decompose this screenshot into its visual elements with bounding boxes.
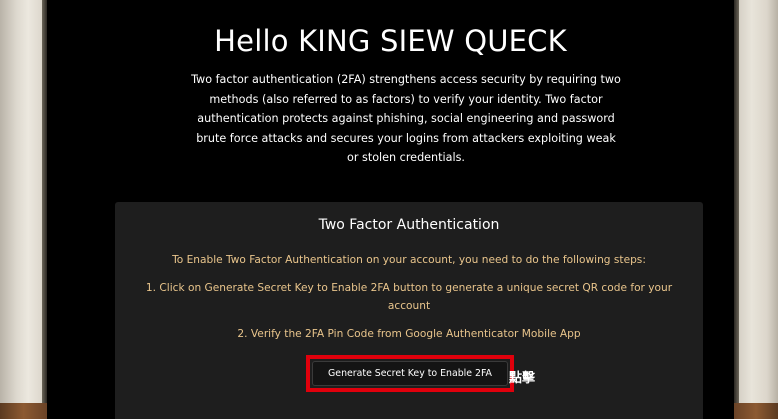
right-floor-background xyxy=(734,403,778,419)
step-2-text: 2. Verify the 2FA Pin Code from Google A… xyxy=(237,328,581,340)
two-factor-card: Two Factor Authentication To Enable Two … xyxy=(115,202,703,419)
generate-secret-key-button[interactable]: Generate Secret Key to Enable 2FA xyxy=(312,361,508,386)
intro-paragraph: Two factor authentication (2FA) strength… xyxy=(191,73,621,164)
page-title: Hello KING SIEW QUECK xyxy=(214,24,567,58)
screenshot-stage: Hello KING SIEW QUECK Two factor authent… xyxy=(0,0,778,419)
steps-intro: To Enable Two Factor Authentication on y… xyxy=(172,254,646,266)
right-wall-background xyxy=(734,0,778,419)
left-wall-background xyxy=(0,0,47,419)
card-title: Two Factor Authentication xyxy=(318,217,500,233)
main-content: Hello KING SIEW QUECK Two factor authent… xyxy=(47,0,734,419)
click-annotation-label: 點擊 xyxy=(509,371,536,386)
step-1-text: 1. Click on Generate Secret Key to Enabl… xyxy=(145,282,673,312)
left-floor-background xyxy=(0,403,47,419)
